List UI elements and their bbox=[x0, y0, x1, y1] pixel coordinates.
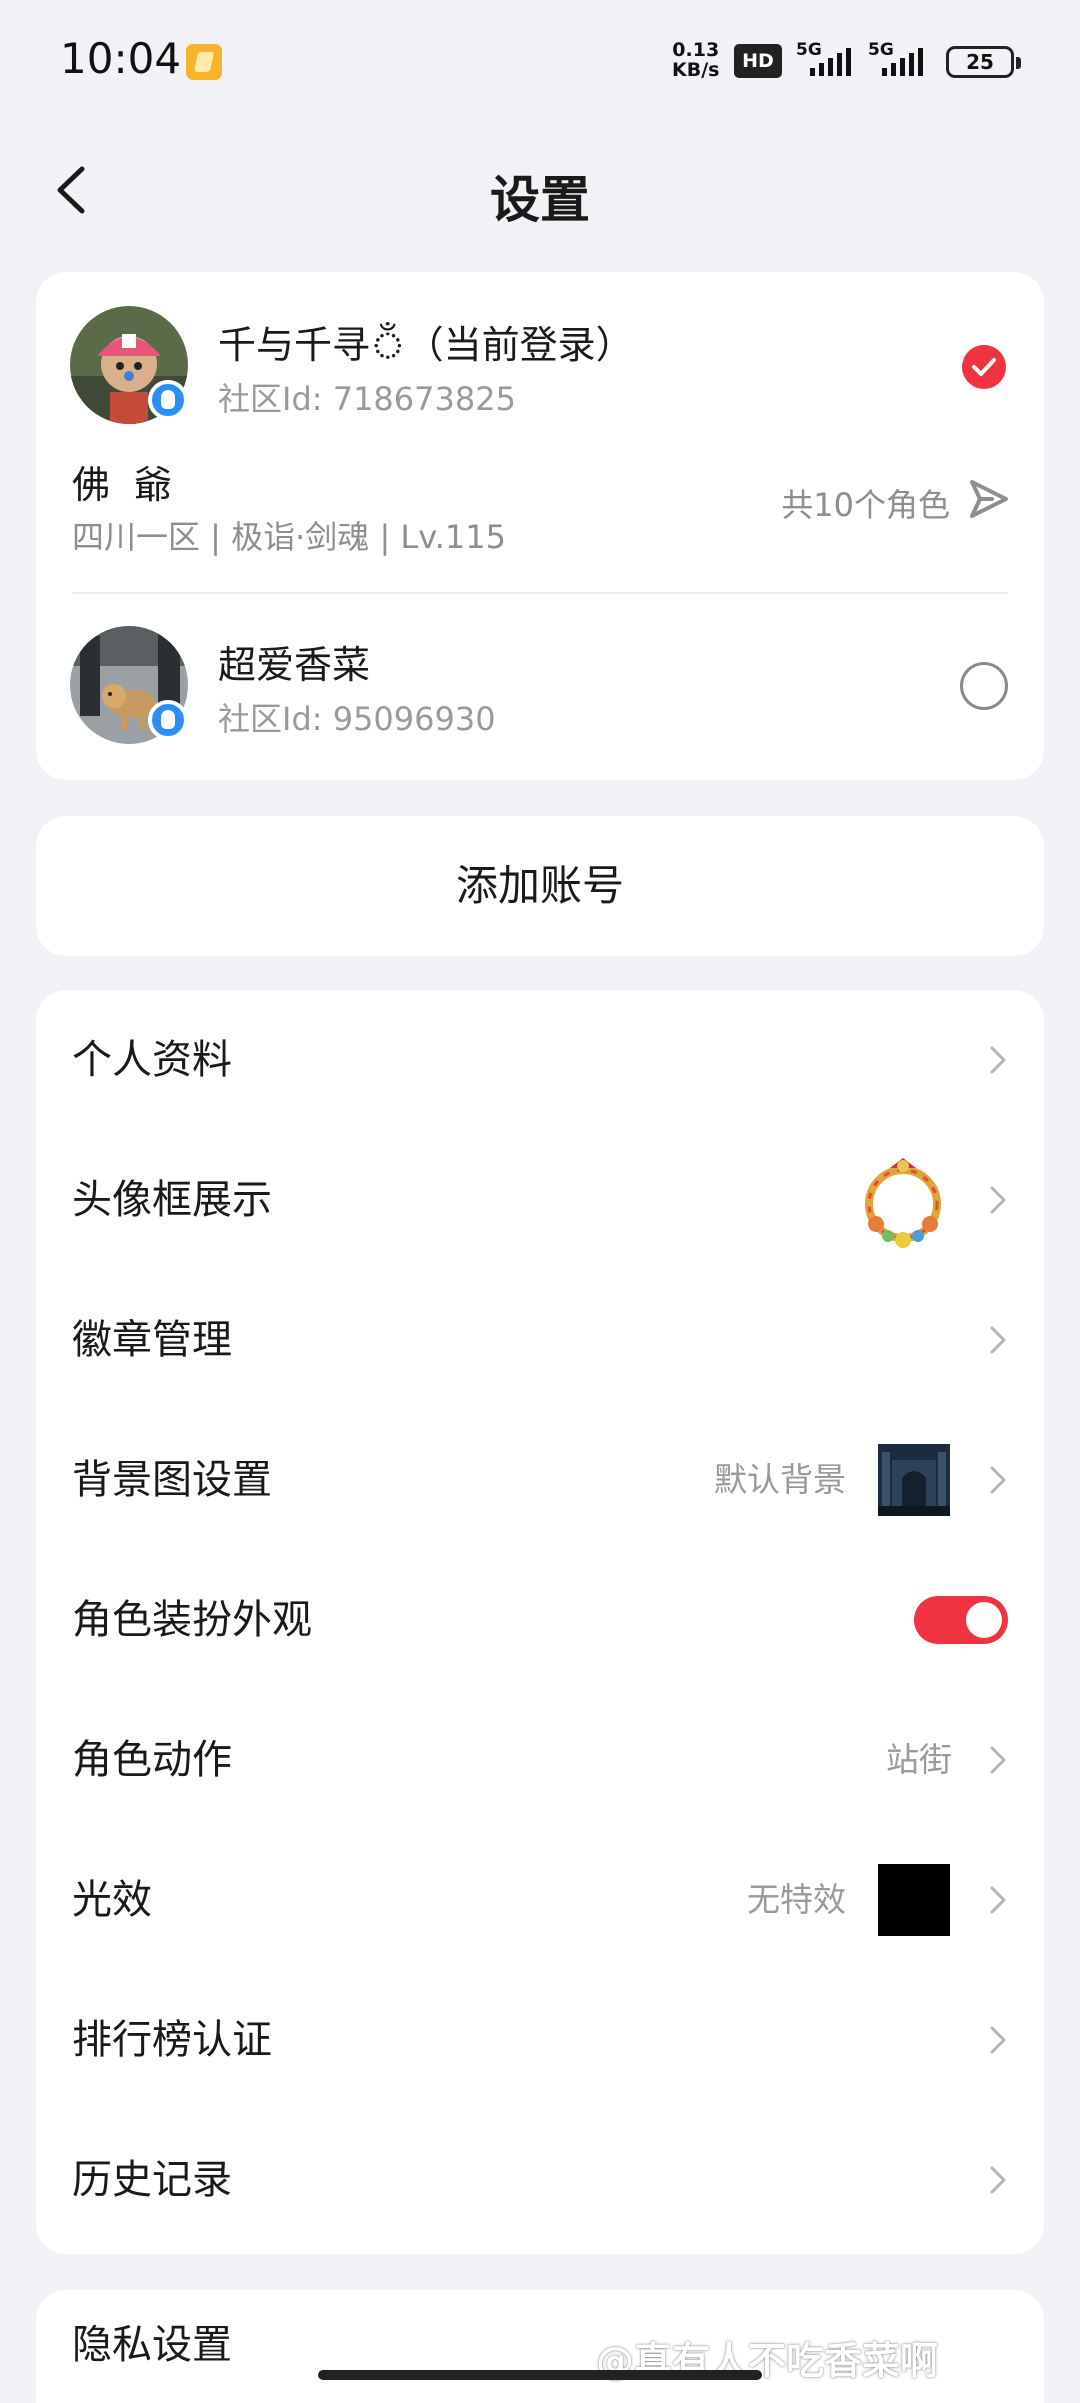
character-action-row[interactable]: 角色动作 站街 bbox=[36, 1690, 1044, 1830]
background-setting-label: 背景图设置 bbox=[72, 1457, 272, 1503]
chevron-right-icon bbox=[988, 1744, 1008, 1776]
add-account-button[interactable]: 添加账号 bbox=[36, 816, 1044, 956]
other-account-id: 社区Id: 95096930 bbox=[218, 700, 496, 738]
leaderboard-verify-row[interactable]: 排行榜认证 bbox=[36, 1970, 1044, 2110]
page-title: 设置 bbox=[490, 171, 590, 229]
other-account-name: 超爱香菜 bbox=[218, 643, 371, 687]
network-speed: 0.13 KB/s bbox=[672, 40, 719, 80]
avatar-frame-label: 头像框展示 bbox=[72, 1177, 272, 1223]
personal-info-row[interactable]: 个人资料 bbox=[36, 990, 1044, 1130]
history-label: 历史记录 bbox=[72, 2157, 232, 2203]
personal-info-label: 个人资料 bbox=[72, 1037, 232, 1083]
current-account-name: 千与千寻ঁ（当前登录） bbox=[218, 323, 634, 367]
avatar-frame-thumbnail bbox=[865, 1158, 941, 1248]
role-count: 共10个角色 bbox=[781, 486, 950, 524]
badge-management-row[interactable]: 徽章管理 bbox=[36, 1270, 1044, 1410]
background-setting-row[interactable]: 背景图设置 默认背景 bbox=[36, 1410, 1044, 1550]
selected-check-icon bbox=[962, 345, 1006, 389]
add-account-card: 添加账号 bbox=[36, 816, 1044, 956]
privacy-settings-label: 隐私设置 bbox=[72, 2322, 232, 2368]
signal-sim1-icon: 5G bbox=[796, 40, 860, 80]
chevron-right-icon bbox=[988, 1464, 1008, 1496]
role-server-info: 四川一区 | 极诣·剑魂 | Lv.115 bbox=[72, 518, 506, 556]
avatar-frame-row[interactable]: 头像框展示 bbox=[36, 1130, 1044, 1270]
network-speed-unit: KB/s bbox=[672, 59, 720, 81]
current-account-row[interactable]: 千与千寻ঁ（当前登录） 社区Id: 718673825 bbox=[36, 272, 1044, 424]
character-action-label: 角色动作 bbox=[72, 1737, 232, 1783]
light-effect-label: 光效 bbox=[72, 1877, 152, 1923]
notes-notification-icon bbox=[186, 44, 222, 80]
network-speed-value: 0.13 bbox=[672, 39, 720, 61]
character-action-value: 站街 bbox=[886, 1740, 952, 1779]
status-bar: 10:04 0.13 KB/s HD 5G 5G 25 bbox=[0, 0, 1080, 120]
chevron-right-icon bbox=[988, 1184, 1008, 1216]
qq-badge-icon bbox=[148, 700, 188, 740]
role-row[interactable]: 佛爺 四川一区 | 极诣·剑魂 | Lv.115 共10个角色 bbox=[36, 422, 1044, 562]
switch-role-icon bbox=[970, 480, 1008, 518]
accounts-card: 千与千寻ঁ（当前登录） 社区Id: 718673825 佛爺 四川一区 | 极诣… bbox=[36, 272, 1044, 780]
settings-screen: 10:04 0.13 KB/s HD 5G 5G 25 设置 千与千寻ঁ（当前登… bbox=[0, 0, 1080, 2403]
character-appearance-row: 角色装扮外观 bbox=[36, 1550, 1044, 1690]
signal-sim2-icon: 5G bbox=[868, 40, 932, 80]
chevron-right-icon bbox=[988, 2164, 1008, 2196]
chevron-right-icon bbox=[988, 1044, 1008, 1076]
background-setting-value: 默认背景 bbox=[714, 1460, 846, 1499]
badge-management-label: 徽章管理 bbox=[72, 1317, 232, 1363]
role-name: 佛爺 bbox=[72, 463, 197, 507]
toggle-knob bbox=[966, 1602, 1002, 1638]
qq-badge-icon bbox=[148, 380, 188, 420]
unselected-radio-icon[interactable] bbox=[960, 662, 1008, 710]
hd-voice-icon: HD bbox=[734, 44, 782, 78]
light-effect-row[interactable]: 光效 无特效 bbox=[36, 1830, 1044, 1970]
history-row[interactable]: 历史记录 bbox=[36, 2110, 1044, 2250]
leaderboard-verify-label: 排行榜认证 bbox=[72, 2017, 272, 2063]
character-appearance-toggle[interactable] bbox=[914, 1596, 1008, 1644]
background-thumbnail bbox=[878, 1444, 950, 1516]
home-indicator[interactable] bbox=[318, 2370, 762, 2380]
current-account-id: 社区Id: 718673825 bbox=[218, 380, 516, 418]
chevron-right-icon bbox=[988, 1324, 1008, 1356]
light-effect-thumbnail bbox=[878, 1864, 950, 1936]
character-appearance-label: 角色装扮外观 bbox=[72, 1597, 312, 1643]
light-effect-value: 无特效 bbox=[747, 1880, 846, 1919]
chevron-right-icon bbox=[988, 2024, 1008, 2056]
battery-icon: 25 bbox=[946, 46, 1021, 78]
chevron-right-icon bbox=[988, 1884, 1008, 1916]
settings-list: 个人资料 头像框展示 徽章管理 背景图设置 默认背景 角色装扮外观 角色动作 站… bbox=[36, 990, 1044, 2254]
status-time: 10:04 bbox=[60, 34, 182, 83]
